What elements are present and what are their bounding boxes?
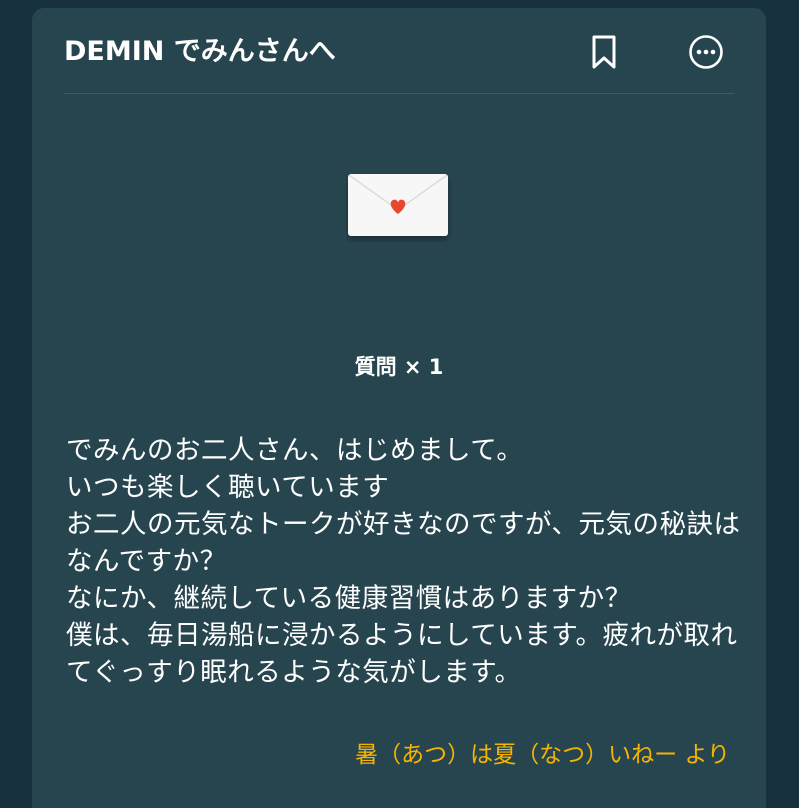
message-body: でみんのお二人さん、はじめまして。 いつも楽しく聴いています お二人の元気なトー… xyxy=(66,435,741,688)
more-options-icon[interactable] xyxy=(688,34,724,70)
card-header: DEMIN でみんさんへ xyxy=(32,8,766,94)
header-divider xyxy=(64,93,734,94)
envelope-heart-icon xyxy=(346,172,452,242)
letter-card: DEMIN でみんさんへ 質問 × 1 でみんのお二人さん、はじめまして。 いつ… xyxy=(32,8,766,808)
sender-name: 暑（あつ）は夏（なつ）いねー より xyxy=(355,742,730,768)
question-count: 質問 × 1 xyxy=(354,355,444,379)
recipient-title: DEMIN でみんさんへ xyxy=(64,36,336,67)
bookmark-icon[interactable] xyxy=(590,34,618,70)
